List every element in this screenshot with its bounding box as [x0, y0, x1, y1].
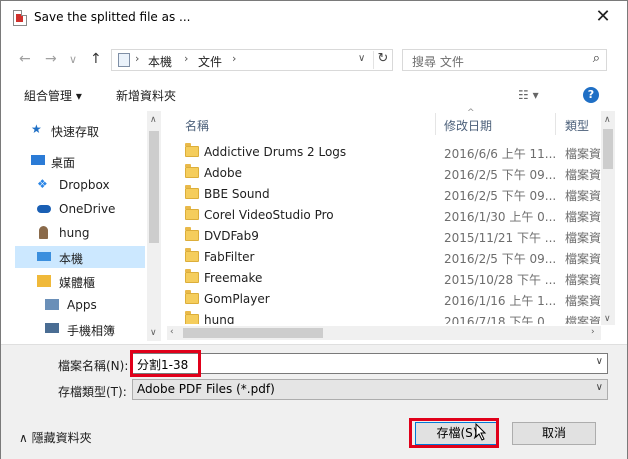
- toolbar: 組合管理 ▾ 新增資料夾 ☷ ▾ ?: [1, 81, 627, 109]
- sidebar-item-quick-access[interactable]: ★ 快速存取: [15, 119, 145, 141]
- list-item[interactable]: hung 2016/7/18 下午 0... 檔案資: [167, 310, 601, 324]
- sidebar-item-phone-album[interactable]: 手機相簿: [15, 318, 145, 340]
- recent-locations-button[interactable]: ∨: [69, 51, 77, 69]
- folder-icon: [185, 164, 199, 178]
- scroll-down-arrow-icon[interactable]: ∨: [604, 314, 611, 324]
- refresh-button[interactable]: ↻: [373, 51, 392, 69]
- navigation-bar: ← → ∨ ↑ › 本機 › 文件 › ∨ ↻ 搜尋 文件 ⌕: [1, 46, 627, 74]
- filetype-value: Adobe PDF Files (*.pdf): [137, 382, 275, 396]
- chevron-right-icon: ›: [232, 52, 237, 65]
- sidebar-item-onedrive[interactable]: OneDrive: [15, 198, 145, 220]
- chevron-right-icon: ›: [135, 52, 140, 65]
- horizontal-scroll-thumb[interactable]: [183, 328, 323, 338]
- folder-icon: [185, 206, 199, 220]
- chevron-down-icon[interactable]: ∨: [358, 53, 365, 64]
- list-item[interactable]: GomPlayer 2016/1/16 上午 1... 檔案資: [167, 289, 601, 310]
- star-icon: ★: [31, 122, 42, 136]
- folder-icon: [185, 290, 199, 304]
- computer-icon: [118, 53, 130, 67]
- cloud-icon: [37, 205, 51, 213]
- help-icon[interactable]: ?: [583, 87, 599, 103]
- chevron-down-icon[interactable]: ∨: [596, 356, 603, 367]
- scroll-down-arrow-icon[interactable]: ∨: [150, 328, 157, 338]
- chevron-right-icon: ›: [184, 52, 189, 65]
- sidebar-item-this-pc[interactable]: 本機: [15, 246, 145, 268]
- column-divider[interactable]: [555, 113, 556, 135]
- chevron-down-icon[interactable]: ∨: [596, 382, 603, 393]
- save-dialog: Save the splitted file as ... ✕ ← → ∨ ↑ …: [0, 0, 628, 459]
- title-bar: Save the splitted file as ... ✕: [1, 1, 627, 33]
- folder-icon: [185, 185, 199, 199]
- folder-icon: [185, 269, 199, 283]
- sidebar-scroll-thumb[interactable]: [149, 131, 159, 243]
- file-list-header: ^ 名稱 修改日期 類型: [167, 108, 601, 135]
- sidebar-item-desktop[interactable]: 桌面: [15, 150, 145, 172]
- sidebar-item-dropbox[interactable]: ❖ Dropbox: [15, 174, 145, 196]
- sidebar-item-user[interactable]: hung: [15, 222, 145, 244]
- apps-icon: [45, 299, 59, 310]
- breadcrumb-documents[interactable]: 文件: [198, 53, 222, 70]
- pdf-app-icon: [13, 10, 27, 26]
- view-options-icon[interactable]: ☷ ▾: [518, 88, 539, 102]
- hide-folders-toggle[interactable]: ∧ 隱藏資料夾: [19, 429, 92, 446]
- file-list-scroll-thumb[interactable]: [603, 129, 613, 169]
- search-box[interactable]: 搜尋 文件 ⌕: [402, 49, 607, 71]
- address-bar[interactable]: › 本機 › 文件 › ∨ ↻: [111, 49, 393, 71]
- sidebar-item-libraries[interactable]: 媒體櫃: [15, 270, 145, 292]
- list-item[interactable]: BBE Sound 2016/2/5 下午 09... 檔案資: [167, 184, 601, 205]
- filetype-label: 存檔類型(T):: [58, 385, 127, 399]
- column-header-date[interactable]: 修改日期: [444, 117, 492, 134]
- scroll-right-arrow-icon[interactable]: ›: [591, 327, 595, 337]
- dropbox-icon: ❖: [37, 177, 48, 191]
- filetype-select[interactable]: Adobe PDF Files (*.pdf) ∨: [132, 379, 608, 400]
- highlight-box-filename: [130, 350, 201, 377]
- filename-input[interactable]: 分割1-38 ∨: [132, 353, 608, 374]
- back-button[interactable]: ←: [19, 50, 31, 68]
- new-folder-button[interactable]: 新增資料夾: [116, 87, 176, 104]
- user-icon: [39, 226, 48, 239]
- folder-icon: [185, 248, 199, 262]
- scroll-up-arrow-icon[interactable]: ∧: [150, 115, 157, 125]
- folder-icon: [185, 227, 199, 241]
- column-divider[interactable]: [435, 113, 436, 135]
- scroll-up-arrow-icon[interactable]: ∧: [604, 115, 611, 125]
- search-icon[interactable]: ⌕: [593, 51, 600, 66]
- list-item[interactable]: Corel VideoStudio Pro 2016/1/30 上午 0... …: [167, 205, 601, 226]
- cancel-button[interactable]: 取消: [512, 422, 596, 445]
- sidebar-item-apps[interactable]: Apps: [15, 294, 145, 316]
- phone-album-icon: [45, 323, 59, 333]
- column-header-type[interactable]: 類型: [565, 117, 589, 134]
- list-item[interactable]: Adobe 2016/2/5 下午 09... 檔案資: [167, 163, 601, 184]
- file-list: Addictive Drums 2 Logs 2016/6/6 上午 11...…: [167, 142, 601, 324]
- up-button[interactable]: ↑: [90, 50, 102, 68]
- dialog-title: Save the splitted file as ...: [34, 10, 191, 24]
- forward-button[interactable]: →: [45, 50, 57, 68]
- close-button[interactable]: ✕: [591, 5, 615, 29]
- column-header-name[interactable]: 名稱: [185, 117, 209, 134]
- scroll-left-arrow-icon[interactable]: ‹: [170, 327, 174, 337]
- search-placeholder: 搜尋 文件: [412, 55, 464, 69]
- desktop-icon: [31, 155, 45, 165]
- list-item[interactable]: Addictive Drums 2 Logs 2016/6/6 上午 11...…: [167, 142, 601, 163]
- mouse-cursor-icon: [475, 423, 487, 441]
- folder-icon: [185, 311, 199, 324]
- computer-icon: [37, 252, 51, 261]
- breadcrumb-this-pc[interactable]: 本機: [148, 53, 172, 70]
- list-item[interactable]: DVDFab9 2015/11/21 下午 ... 檔案資: [167, 226, 601, 247]
- organize-menu[interactable]: 組合管理 ▾: [24, 87, 82, 104]
- folder-icon: [185, 143, 199, 157]
- list-item[interactable]: FabFilter 2016/2/5 下午 09... 檔案資: [167, 247, 601, 268]
- navigation-pane: ★ 快速存取 桌面 ❖ Dropbox OneDrive hung 本機 媒體櫃: [15, 111, 161, 341]
- list-item[interactable]: Freemake 2015/10/28 下午 ... 檔案資: [167, 268, 601, 289]
- library-icon: [37, 275, 51, 287]
- filename-label: 檔案名稱(N):: [58, 359, 129, 373]
